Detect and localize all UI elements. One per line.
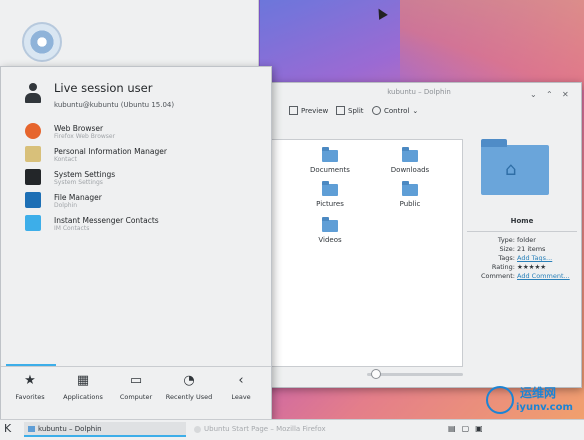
folder-item[interactable]: Documents [310,147,350,174]
preview-button[interactable]: Preview [289,106,328,115]
split-button[interactable]: Split [336,106,364,115]
window-title: kubuntu – Dolphin [387,88,451,96]
folder-item[interactable]: Pictures [310,181,350,208]
folder-icon [28,426,35,432]
tab-leave[interactable]: ‹ Leave [214,373,268,401]
file-view[interactable]: Documents Downloads Pictures Public Vide… [271,139,463,367]
firefox-icon [25,123,41,139]
task-firefox[interactable]: Ubuntu Start Page – Mozilla Firefox [192,422,342,437]
close-icon[interactable]: ✕ [562,86,569,104]
folder-item[interactable]: Downloads [390,147,430,174]
divider [467,231,577,232]
display-icon[interactable]: ▢ [462,424,470,433]
maximize-icon[interactable]: ⌃ [546,86,553,104]
tab-favorites[interactable]: ★ Favorites [3,373,57,401]
app-instant-messenger-contacts[interactable]: Instant Messenger Contacts IM Contacts [25,215,265,238]
monitor-icon: ▭ [129,373,143,388]
watermark-logo [486,386,514,414]
tab-applications[interactable]: ▦ Applications [56,373,110,401]
toolbar: nd Preview Split Control⌄ [257,103,581,121]
chat-icon [25,215,41,231]
settings-icon [25,169,41,185]
tab-computer[interactable]: ▭ Computer [109,373,163,401]
app-personal-information-manager[interactable]: Personal Information Manager Kontact [25,146,265,169]
folder-item[interactable]: Public [390,181,430,208]
dolphin-window[interactable]: kubuntu – Dolphin ⌄ ⌃ ✕ nd Preview Split… [256,82,582,388]
home-icon: ⌂ [505,159,517,180]
window-titlebar[interactable]: kubuntu – Dolphin ⌄ ⌃ ✕ [257,83,581,101]
preview-icon [289,106,298,115]
home-folder-icon: ⌂ [481,139,549,195]
control-button[interactable]: Control ⌄ [372,106,418,115]
info-title: Home [510,217,534,225]
info-row-comment: Comment: Add Comment... [480,272,570,280]
minimize-icon[interactable]: ⌄ [530,86,537,104]
device-icon[interactable]: ▣ [475,424,483,433]
info-row-rating: Rating: ★★★★★ [491,263,547,271]
zoom-slider[interactable] [367,369,463,379]
kde-launcher-icon[interactable]: K [4,423,11,435]
chevron-down-icon: ⌄ [412,106,419,115]
divider [1,366,271,367]
background-window[interactable] [0,0,259,70]
watermark: 运维网 iyunv.com [486,384,582,418]
add-tags-link[interactable]: Add Tags... [517,254,552,262]
taskbar: K kubuntu – Dolphin Ubuntu Start Page – … [0,419,584,440]
clipboard-icon[interactable]: ▤ [448,424,456,433]
folder-icon [402,147,418,162]
leave-icon: ‹ [238,373,244,388]
information-panel: ⌂ Home Type: folder Size: 21 items Tags: Ad… [467,139,577,365]
split-icon [336,106,345,115]
kontact-icon [25,146,41,162]
folder-icon [322,217,338,232]
app-web-browser[interactable]: Web Browser Firefox Web Browser [25,123,265,146]
add-comment-link[interactable]: Add Comment... [517,272,570,280]
user-host: kubuntu@kubuntu (Ubuntu 15.04) [54,101,175,109]
system-tray: ▤ ▢ ▣ [448,424,483,433]
folder-item[interactable]: Videos [310,217,350,244]
wallpaper-shape [400,0,584,90]
grid-icon: ▦ [76,373,90,388]
info-row-tags: Tags: Add Tags... [498,254,553,262]
user-name: Live session user [54,81,153,95]
application-launcher-menu: Live session user kubuntu@kubuntu (Ubunt… [0,66,272,421]
firefox-icon [194,426,201,433]
folder-icon [322,147,338,162]
folder-icon [322,181,338,196]
control-icon [372,106,381,115]
info-row-size: Size: 21 items [499,245,546,253]
star-icon: ★ [24,373,36,388]
dolphin-icon [25,192,41,208]
tab-recently-used[interactable]: ◔ Recently Used [162,373,216,401]
rating-stars[interactable]: ★★★★★ [517,263,546,271]
info-row-type: Type: folder [497,236,536,244]
disc-icon [22,22,62,62]
favorites-list: Web Browser Firefox Web Browser Personal… [25,123,265,238]
clock-icon: ◔ [183,373,195,388]
zoom-slider-handle[interactable] [371,369,381,379]
user-icon [23,83,43,105]
launcher-tabs: ★ Favorites ▦ Applications ▭ Computer ◔ Rece… [1,373,271,413]
app-system-settings[interactable]: System Settings System Settings [25,169,265,192]
folder-icon [402,181,418,196]
app-file-manager[interactable]: File Manager Dolphin [25,192,265,215]
task-dolphin[interactable]: kubuntu – Dolphin [24,422,186,437]
